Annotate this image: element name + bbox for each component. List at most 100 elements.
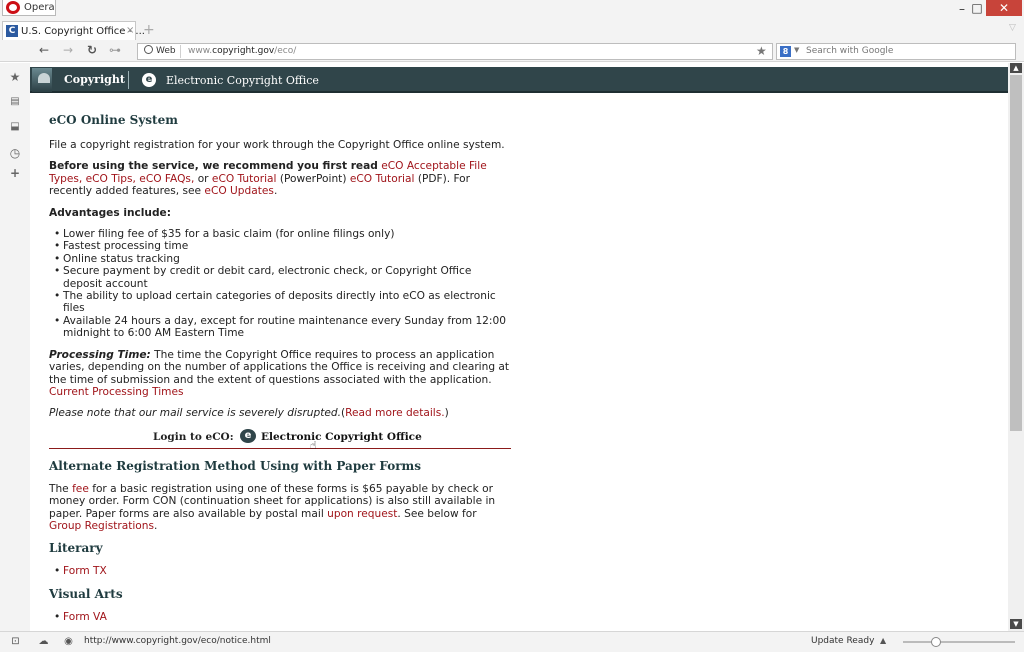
eco-header-title[interactable]: Electronic Copyright Office	[166, 74, 319, 87]
downloads-icon[interactable]: ⬓	[9, 121, 21, 133]
processing-time-paragraph: Processing Time: The time the Copyright …	[49, 349, 511, 399]
scroll-down-icon[interactable]: ▼	[1010, 619, 1022, 629]
zoom-slider-handle[interactable]	[931, 637, 941, 647]
notes-icon[interactable]: ▤	[9, 96, 21, 108]
cloud-icon[interactable]: ☁	[38, 636, 49, 647]
history-clock-icon[interactable]: ◷	[9, 147, 21, 159]
list-item: Lower filing fee of $35 for a basic clai…	[54, 228, 511, 241]
main-content: eCO Online System File a copyright regis…	[49, 113, 511, 631]
web-badge-label: Web	[156, 46, 176, 56]
ppt-note: (PowerPoint)	[279, 172, 347, 185]
before-using-bold: Before using the service, we recommend y…	[49, 160, 378, 173]
key-icon[interactable]: ⊶	[109, 43, 121, 57]
close-window-button[interactable]: ✕	[986, 0, 1022, 16]
browser-window: Opera – □ ✕ C U.S. Copyright Office - ..…	[0, 0, 1024, 652]
fee-link[interactable]: fee	[72, 483, 89, 495]
advantages-heading: Advantages include:	[49, 206, 171, 219]
scroll-up-icon[interactable]: ▲	[1010, 63, 1022, 73]
alt-text-3: . See below for	[397, 507, 477, 520]
tab-menu-chevron-icon[interactable]: ▽	[1009, 23, 1016, 33]
list-item: Secure payment by credit or debit card, …	[54, 265, 511, 290]
advantages-list: Lower filing fee of $35 for a basic clai…	[54, 228, 511, 340]
eco-login-icon[interactable]: e	[240, 428, 256, 443]
scrollbar-thumb[interactable]	[1010, 75, 1022, 431]
opera-menu-button[interactable]: Opera	[2, 0, 56, 16]
alt-text-4: .	[154, 519, 158, 532]
visual-arts-list: Form VA	[54, 611, 511, 624]
panel-toggle-icon[interactable]: ⊡	[10, 636, 21, 647]
or-text: or	[197, 172, 209, 185]
update-ready-status[interactable]: Update Ready	[811, 636, 874, 646]
login-row: Login to eCO: e Electronic Copyright Off…	[49, 428, 511, 451]
alt-text-1: The	[49, 482, 69, 495]
list-item: Available 24 hours a day, except for rou…	[54, 315, 511, 340]
tab-close-icon[interactable]: ×	[126, 25, 134, 36]
forward-arrow-icon[interactable]: →	[63, 43, 73, 57]
form-tx-link[interactable]: Form TX	[63, 565, 107, 577]
eco-tutorial-pdf-link[interactable]: eCO Tutorial	[350, 173, 415, 185]
globe-icon	[144, 45, 153, 54]
bookmark-star-icon[interactable]: ★	[756, 44, 767, 58]
group-registrations-link[interactable]: Group Registrations	[49, 520, 154, 532]
list-item: Form VA	[54, 611, 511, 624]
form-va-link[interactable]: Form VA	[63, 611, 107, 623]
back-arrow-icon[interactable]: ←	[39, 43, 49, 57]
mail-paren-close: )	[444, 407, 449, 420]
status-bar: ⊡ ☁ ◉ http://www.copyright.gov/eco/notic…	[0, 631, 1024, 652]
capitol-logo-icon	[32, 68, 52, 92]
updates-period: .	[273, 185, 278, 198]
header-divider	[128, 71, 129, 89]
search-placeholder: Search with Google	[806, 46, 894, 56]
alt-registration-paragraph: The fee for a basic registration using o…	[49, 483, 511, 533]
title-bar: Opera – □ ✕	[0, 0, 1024, 18]
list-item: Fastest processing time	[54, 240, 511, 253]
minimize-button[interactable]: –	[955, 2, 969, 16]
site-header: Copyright e Electronic Copyright Office	[30, 67, 1008, 93]
eco-updates-link[interactable]: eCO Updates	[204, 185, 274, 197]
reload-icon[interactable]: ↻	[87, 43, 97, 57]
alt-registration-heading: Alternate Registration Method Using with…	[49, 458, 421, 473]
literary-list: Form TX	[54, 565, 511, 578]
url-path: /eco/	[274, 46, 297, 56]
literary-heading: Literary	[49, 541, 103, 556]
search-engine-dropdown-icon[interactable]: ▼	[794, 46, 799, 54]
mail-notice: Please note that our mail service is sev…	[49, 407, 511, 419]
opera-logo-icon	[6, 1, 20, 14]
search-box[interactable]: 8 ▼ Search with Google	[776, 43, 1016, 60]
eco-login-link[interactable]: Electronic Copyright Office	[261, 431, 422, 443]
before-using-paragraph: Before using the service, we recommend y…	[49, 160, 511, 197]
speed-dial-icon[interactable]: ◉	[63, 636, 74, 647]
sidebar: ★ ▤ ⬓ ◷ +	[0, 63, 30, 631]
tab-copyright-office[interactable]: C U.S. Copyright Office - ... ×	[2, 21, 145, 40]
bookmarks-star-icon[interactable]: ★	[9, 71, 21, 83]
status-url: http://www.copyright.gov/eco/notice.html	[84, 636, 271, 646]
address-bar[interactable]: Web www.copyright.gov/eco/ ★	[137, 43, 773, 60]
vertical-scrollbar[interactable]: ▲ ▼	[1008, 63, 1024, 631]
tab-bar: C U.S. Copyright Office - ... × + ▽	[0, 18, 1024, 40]
capitol-dome	[38, 73, 50, 83]
zoom-slider[interactable]	[903, 637, 1015, 647]
page-title: eCO Online System	[49, 113, 178, 127]
read-more-details-link[interactable]: Read more details.	[345, 407, 444, 419]
list-item: The ability to upload certain categories…	[54, 290, 511, 315]
intro-text: File a copyright registration for your w…	[49, 139, 505, 151]
add-panel-icon[interactable]: +	[9, 167, 21, 179]
copyright-brand-link[interactable]: Copyright	[64, 73, 125, 86]
new-tab-button[interactable]: +	[143, 22, 155, 38]
mail-notice-text: Please note that our mail service is sev…	[49, 407, 342, 420]
security-badge[interactable]: Web	[142, 45, 181, 58]
hand-cursor-icon: ☝	[310, 438, 317, 452]
visual-arts-heading: Visual Arts	[49, 586, 123, 601]
eco-tips-link[interactable]: eCO Tips,	[86, 173, 136, 185]
opera-menu-label: Opera	[24, 2, 55, 13]
maximize-button[interactable]: □	[970, 1, 984, 15]
url-prefix: www.	[188, 46, 213, 56]
upon-request-link[interactable]: upon request	[327, 508, 397, 520]
eco-faqs-link[interactable]: eCO FAQs,	[139, 173, 194, 185]
processing-time-label: Processing Time:	[49, 348, 151, 361]
search-engine-icon[interactable]: 8	[780, 46, 791, 57]
zoom-menu-icon[interactable]: ▲	[880, 636, 886, 645]
list-item: Form TX	[54, 565, 511, 578]
eco-tutorial-ppt-link[interactable]: eCO Tutorial	[212, 173, 277, 185]
current-processing-times-link[interactable]: Current Processing Times	[49, 386, 184, 398]
